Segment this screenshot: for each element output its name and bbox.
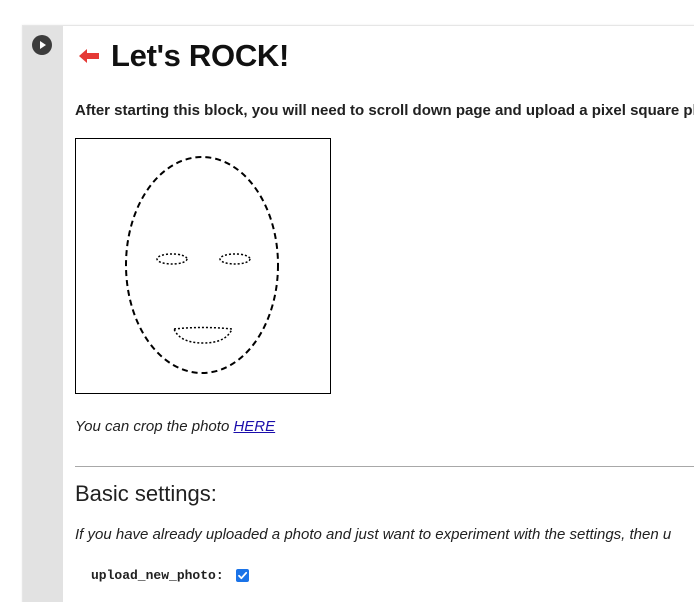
param-upload-new-photo: upload_new_photo: <box>91 568 249 583</box>
face-template-image <box>75 138 331 394</box>
crop-hint: You can crop the photo HERE <box>75 418 275 435</box>
cell-title: Let's ROCK! <box>77 36 289 76</box>
settings-note: If you have already uploaded a photo and… <box>75 526 672 543</box>
cell-gutter <box>23 26 63 602</box>
crop-link[interactable]: HERE <box>233 418 275 435</box>
section-divider <box>75 466 694 467</box>
upload-new-photo-checkbox[interactable] <box>235 569 249 582</box>
play-icon <box>40 41 46 49</box>
title-text: Let's ROCK! <box>111 38 290 73</box>
upload-instruction: After starting this block, you will need… <box>75 102 694 119</box>
notebook-page: Let's ROCK! After starting this block, y… <box>0 0 694 602</box>
face-outline-icon <box>125 156 279 374</box>
crop-hint-text: You can crop the photo <box>75 418 234 435</box>
param-label: upload_new_photo: <box>91 568 224 583</box>
left-arrow-icon <box>79 49 99 63</box>
checkmark-icon <box>237 571 247 580</box>
run-cell-button[interactable] <box>32 35 52 55</box>
cell-output: Let's ROCK! After starting this block, y… <box>63 26 694 602</box>
section-heading: Basic settings: <box>75 481 217 506</box>
